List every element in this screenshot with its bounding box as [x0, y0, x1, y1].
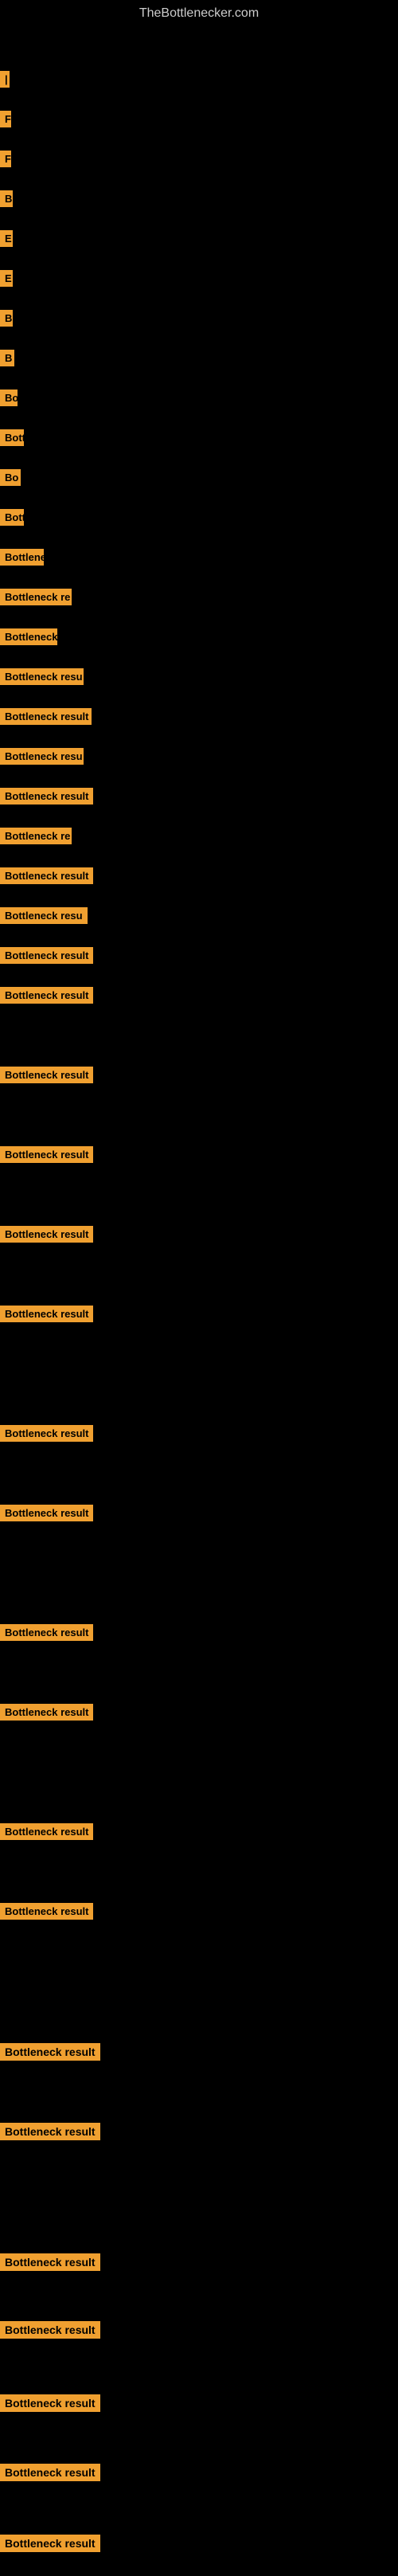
- bottleneck-label-21: Bottleneck result: [0, 867, 93, 884]
- bottleneck-item-4: B: [0, 190, 13, 211]
- bottleneck-label-19: Bottleneck result: [0, 788, 93, 805]
- bottleneck-item-35: Bottleneck result: [0, 2043, 100, 2065]
- bottleneck-item-9: Bo: [0, 390, 18, 410]
- bottleneck-item-11: Bo: [0, 469, 21, 490]
- bottleneck-label-7: B: [0, 310, 13, 327]
- bottleneck-label-2: F: [0, 111, 11, 127]
- bottleneck-label-41: Bottleneck result: [0, 2535, 100, 2552]
- bottleneck-item-24: Bottleneck result: [0, 987, 93, 1008]
- bottleneck-label-37: Bottleneck result: [0, 2253, 100, 2271]
- bottleneck-label-24: Bottleneck result: [0, 987, 93, 1004]
- bottleneck-label-17: Bottleneck result: [0, 708, 92, 725]
- bottleneck-item-41: Bottleneck result: [0, 2535, 100, 2556]
- bottleneck-label-14: Bottleneck re: [0, 589, 72, 605]
- bottleneck-label-34: Bottleneck result: [0, 1903, 93, 1920]
- bottleneck-label-10: Bott: [0, 429, 24, 446]
- bottleneck-label-13: Bottlene: [0, 549, 44, 566]
- bottleneck-label-33: Bottleneck result: [0, 1823, 93, 1840]
- bottleneck-item-2: F: [0, 111, 11, 131]
- bottleneck-item-30: Bottleneck result: [0, 1505, 93, 1525]
- bottleneck-item-6: E: [0, 270, 13, 291]
- bottleneck-item-13: Bottlene: [0, 549, 44, 570]
- bottleneck-label-26: Bottleneck result: [0, 1146, 93, 1163]
- bottleneck-label-18: Bottleneck resu: [0, 748, 84, 765]
- items-container: | F F B E E B B Bo Bott Bo Bott Bottlene Bottleneck r…: [0, 27, 398, 2576]
- bottleneck-label-40: Bottleneck result: [0, 2464, 100, 2481]
- bottleneck-label-4: B: [0, 190, 13, 207]
- bottleneck-label-22: Bottleneck resu: [0, 907, 88, 924]
- bottleneck-label-15: Bottleneck: [0, 628, 57, 645]
- bottleneck-label-27: Bottleneck result: [0, 1226, 93, 1243]
- bottleneck-item-14: Bottleneck re: [0, 589, 72, 609]
- bottleneck-item-27: Bottleneck result: [0, 1226, 93, 1247]
- bottleneck-item-31: Bottleneck result: [0, 1624, 93, 1645]
- site-title: TheBottlenecker.com: [0, 0, 398, 27]
- bottleneck-label-30: Bottleneck result: [0, 1505, 93, 1521]
- bottleneck-item-17: Bottleneck result: [0, 708, 92, 729]
- bottleneck-item-22: Bottleneck resu: [0, 907, 88, 928]
- bottleneck-item-16: Bottleneck resu: [0, 668, 84, 689]
- bottleneck-item-33: Bottleneck result: [0, 1823, 93, 1844]
- bottleneck-label-11: Bo: [0, 469, 21, 486]
- bottleneck-item-8: B: [0, 350, 14, 370]
- bottleneck-label-12: Bott: [0, 509, 24, 526]
- bottleneck-label-28: Bottleneck result: [0, 1306, 93, 1322]
- bottleneck-item-34: Bottleneck result: [0, 1903, 93, 1924]
- bottleneck-item-28: Bottleneck result: [0, 1306, 93, 1326]
- bottleneck-label-31: Bottleneck result: [0, 1624, 93, 1641]
- bottleneck-label-6: E: [0, 270, 13, 287]
- bottleneck-label-3: F: [0, 151, 11, 167]
- bottleneck-label-35: Bottleneck result: [0, 2043, 100, 2061]
- bottleneck-label-25: Bottleneck result: [0, 1067, 93, 1083]
- bottleneck-item-21: Bottleneck result: [0, 867, 93, 888]
- bottleneck-item-38: Bottleneck result: [0, 2321, 100, 2343]
- bottleneck-item-1: |: [0, 71, 10, 92]
- bottleneck-item-3: F: [0, 151, 11, 171]
- bottleneck-item-37: Bottleneck result: [0, 2253, 100, 2275]
- bottleneck-label-29: Bottleneck result: [0, 1425, 93, 1442]
- bottleneck-label-9: Bo: [0, 390, 18, 406]
- bottleneck-item-18: Bottleneck resu: [0, 748, 84, 769]
- bottleneck-label-1: |: [0, 71, 10, 88]
- bottleneck-label-23: Bottleneck result: [0, 947, 93, 964]
- bottleneck-item-20: Bottleneck re: [0, 828, 72, 848]
- bottleneck-item-32: Bottleneck result: [0, 1704, 93, 1725]
- bottleneck-label-39: Bottleneck result: [0, 2394, 100, 2412]
- bottleneck-item-36: Bottleneck result: [0, 2123, 100, 2144]
- bottleneck-label-36: Bottleneck result: [0, 2123, 100, 2140]
- bottleneck-item-15: Bottleneck: [0, 628, 57, 649]
- bottleneck-label-38: Bottleneck result: [0, 2321, 100, 2339]
- bottleneck-label-5: E: [0, 230, 13, 247]
- bottleneck-item-29: Bottleneck result: [0, 1425, 93, 1446]
- bottleneck-item-5: E: [0, 230, 13, 251]
- bottleneck-item-10: Bott: [0, 429, 24, 450]
- bottleneck-item-39: Bottleneck result: [0, 2394, 100, 2416]
- bottleneck-item-19: Bottleneck result: [0, 788, 93, 808]
- bottleneck-item-7: B: [0, 310, 13, 331]
- bottleneck-item-26: Bottleneck result: [0, 1146, 93, 1167]
- bottleneck-item-12: Bott: [0, 509, 24, 530]
- bottleneck-item-25: Bottleneck result: [0, 1067, 93, 1087]
- bottleneck-label-16: Bottleneck resu: [0, 668, 84, 685]
- bottleneck-label-32: Bottleneck result: [0, 1704, 93, 1721]
- bottleneck-item-40: Bottleneck result: [0, 2464, 100, 2485]
- bottleneck-label-20: Bottleneck re: [0, 828, 72, 844]
- bottleneck-item-23: Bottleneck result: [0, 947, 93, 968]
- bottleneck-label-8: B: [0, 350, 14, 366]
